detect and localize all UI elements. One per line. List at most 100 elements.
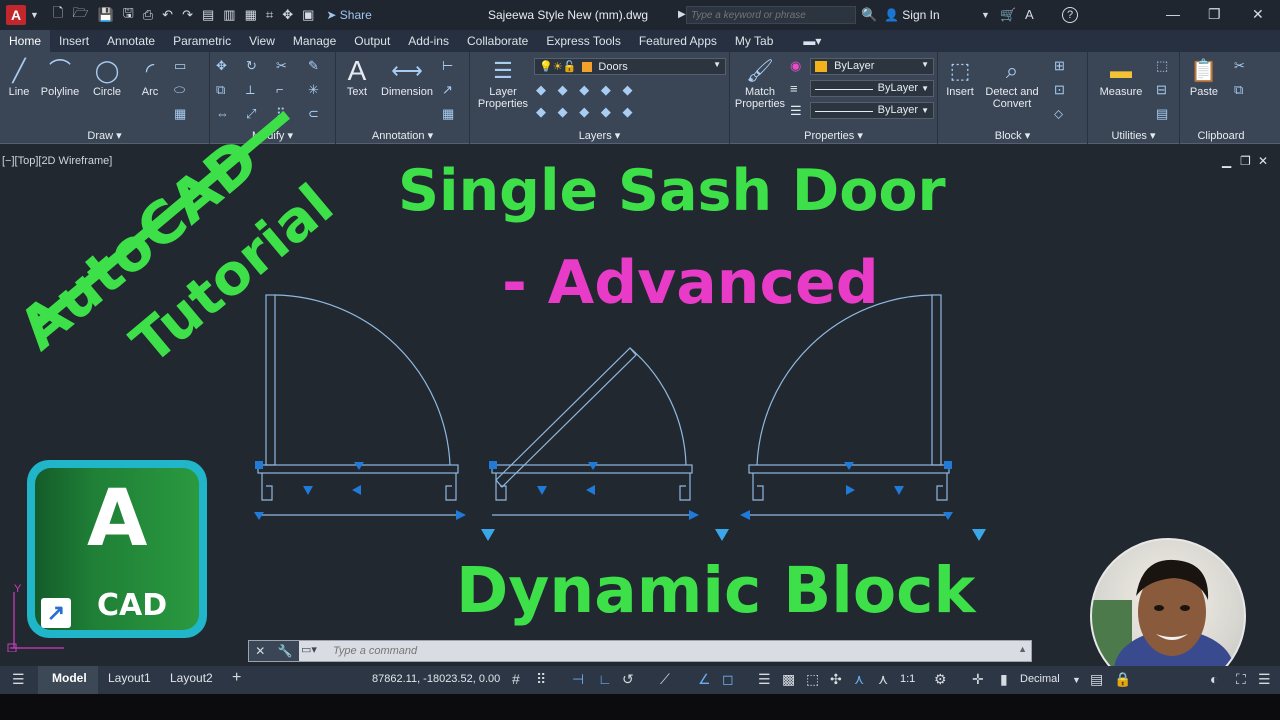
lineweight-toggle-icon[interactable]: ☰ xyxy=(758,671,771,688)
hamburger-menu-icon[interactable]: ☰ xyxy=(12,671,25,688)
calculator-icon[interactable]: ▤ xyxy=(1156,106,1168,122)
workspace-icon[interactable]: ⌗ xyxy=(266,7,273,23)
line-tool[interactable]: ╱ Line xyxy=(4,56,34,98)
rotate-icon[interactable]: ↻ xyxy=(246,58,257,74)
dimension-tool[interactable]: ⟷ Dimension xyxy=(378,56,436,98)
panel-block-label[interactable]: Block ▾ xyxy=(938,129,1087,142)
minimize-button[interactable]: — xyxy=(1166,6,1180,22)
isodraft-icon[interactable]: ⟋ xyxy=(660,671,670,688)
annotation-autoscale-icon[interactable]: ⋏ xyxy=(878,671,888,688)
wrench-icon[interactable]: 🔧 xyxy=(278,644,293,658)
clean-screen-icon[interactable]: ⛶ xyxy=(1236,671,1246,688)
quick-select-icon[interactable]: ⊟ xyxy=(1156,82,1167,98)
display-icon[interactable]: ▣ xyxy=(302,7,314,23)
quick-properties-icon[interactable]: ▤ xyxy=(1090,671,1103,688)
command-prompt-icon[interactable]: ▭▾ xyxy=(301,643,317,656)
rectangle-icon[interactable]: ▭ xyxy=(174,58,186,74)
layer-tools-row1-icon[interactable]: ◆ ◆ ◆ ◆ ◆ xyxy=(536,82,636,98)
panel-utilities-label[interactable]: Utilities ▾ xyxy=(1088,129,1179,142)
caret-down-icon[interactable]: ▼ xyxy=(981,10,990,20)
coordinates-readout[interactable]: 87862.11, -18023.52, 0.00 xyxy=(372,673,500,685)
open-folder-icon[interactable]: 🗁 xyxy=(72,4,88,26)
transparency-icon[interactable]: ▩ xyxy=(782,671,795,688)
snap-icon[interactable]: ⠿ xyxy=(536,671,546,688)
command-input[interactable] xyxy=(333,643,1033,659)
customization-icon[interactable]: ☰ xyxy=(1258,671,1271,688)
help-icon[interactable]: ? xyxy=(1062,7,1078,23)
share-button[interactable]: ➤ Share xyxy=(326,8,371,22)
layer-dropdown[interactable]: 💡☀🔓 Doors ▼ xyxy=(534,58,726,75)
copy-icon[interactable]: ⧉ xyxy=(216,82,225,98)
table-icon[interactable]: ▦ xyxy=(442,106,454,122)
trim-icon[interactable]: ✂ xyxy=(276,58,287,74)
circle-tool[interactable]: ◯ Circle xyxy=(88,56,126,98)
autodesk-a-icon[interactable]: A xyxy=(1025,7,1034,22)
block-create-icon[interactable]: ⊞ xyxy=(1054,58,1065,74)
table-icon[interactable]: ▦ xyxy=(174,106,186,122)
selection-cycling-icon[interactable]: ⬚ xyxy=(806,671,819,688)
cart-icon[interactable]: 🛒 xyxy=(1000,7,1016,23)
caret-down-icon[interactable]: ▼ xyxy=(30,10,39,20)
redo-icon[interactable]: ↷ xyxy=(182,7,193,23)
tab-add-ins[interactable]: Add-ins xyxy=(399,30,458,52)
paste-tool[interactable]: 📋 Paste xyxy=(1184,56,1224,98)
object-snap-tracking-icon[interactable]: ∠ xyxy=(698,671,711,688)
panel-properties-label[interactable]: Properties ▾ xyxy=(730,129,937,142)
annotation-visibility-icon[interactable]: ⋏ xyxy=(854,671,864,688)
detect-convert-tool[interactable]: ⌕ Detect and Convert xyxy=(982,56,1042,110)
tab-manage[interactable]: Manage xyxy=(284,30,345,52)
infer-constraints-icon[interactable]: ⊣ xyxy=(572,671,584,688)
lineweight-dropdown[interactable]: ByLayer ▼ xyxy=(810,102,934,119)
tab-annotate[interactable]: Annotate xyxy=(98,30,164,52)
save-icon[interactable]: 💾 xyxy=(98,7,114,23)
chevron-down-icon[interactable]: ▼ xyxy=(1072,675,1081,685)
linetype-dropdown[interactable]: ByLayer ▼ xyxy=(810,80,934,97)
hatch-icon[interactable]: ⬭ xyxy=(174,82,185,98)
save-as-icon[interactable]: 🖫 xyxy=(123,4,134,26)
ortho-icon[interactable]: ∟ xyxy=(598,671,612,687)
layer-properties-tool[interactable]: ☰ Layer Properties xyxy=(474,56,532,110)
select-icon[interactable]: ⬚ xyxy=(1156,58,1168,74)
sheet-icon[interactable]: ▤ xyxy=(202,7,214,23)
tab-model[interactable]: Model xyxy=(52,671,87,685)
explode-icon[interactable]: ✳ xyxy=(308,82,319,98)
fillet-icon[interactable]: ⌐ xyxy=(276,82,284,97)
panel-draw-label[interactable]: Draw ▾ xyxy=(0,129,209,142)
tab-express-tools[interactable]: Express Tools xyxy=(537,30,629,52)
color-dropdown[interactable]: ByLayer ▼ xyxy=(810,58,934,75)
tab-my-tab[interactable]: My Tab xyxy=(726,30,782,52)
print-icon[interactable]: ⎙ xyxy=(143,7,153,23)
3d-osnap-icon[interactable]: ✣ xyxy=(830,671,842,688)
tab-view[interactable]: View xyxy=(240,30,284,52)
measure-tool[interactable]: ▬ Measure xyxy=(1094,56,1148,98)
lock-ui-icon[interactable]: 🔒 xyxy=(1114,671,1131,688)
mirror-icon[interactable]: ⟂ xyxy=(246,82,255,98)
undo-icon[interactable]: ↶ xyxy=(162,7,173,23)
tab-layout1[interactable]: Layout1 xyxy=(108,671,151,685)
tab-home[interactable]: Home xyxy=(0,30,51,52)
offset-icon[interactable]: ⊂ xyxy=(308,106,319,122)
search-icon[interactable]: 🔍 xyxy=(861,7,877,23)
play-arrow-icon[interactable]: ▶ xyxy=(678,9,686,20)
insert-tool[interactable]: ⬚ Insert xyxy=(942,56,978,98)
tab-insert[interactable]: Insert xyxy=(50,30,98,52)
move-icon[interactable]: ✥ xyxy=(216,58,227,74)
workspace-gear-icon[interactable]: ⚙ xyxy=(934,671,947,688)
app-menu-button[interactable]: A xyxy=(6,5,26,25)
restore-button[interactable]: ❐ xyxy=(1208,6,1221,23)
new-file-icon[interactable]: 🗋 xyxy=(53,4,63,26)
tab-output[interactable]: Output xyxy=(345,30,399,52)
scale-icon[interactable]: ⤢ xyxy=(246,106,256,122)
isolate-objects-icon[interactable]: ◐ xyxy=(1210,671,1218,687)
arc-tool[interactable]: ◜ Arc xyxy=(134,56,166,98)
search-input[interactable] xyxy=(686,6,856,24)
layers-icon[interactable]: ✥ xyxy=(282,7,293,23)
polar-tracking-icon[interactable]: ↺ xyxy=(622,671,634,688)
block-attribute-icon[interactable]: ⬦ xyxy=(1054,106,1063,122)
match-properties-tool[interactable]: 🖌 Match Properties xyxy=(734,56,786,110)
panel-annotation-label[interactable]: Annotation ▾ xyxy=(336,129,469,142)
text-tool[interactable]: A Text xyxy=(340,56,374,99)
close-icon[interactable]: ✕ xyxy=(255,644,265,658)
layer-tools-row2-icon[interactable]: ◆ ◆ ◆ ◆ ◆ xyxy=(536,104,636,120)
close-button[interactable]: ✕ xyxy=(1252,6,1264,23)
